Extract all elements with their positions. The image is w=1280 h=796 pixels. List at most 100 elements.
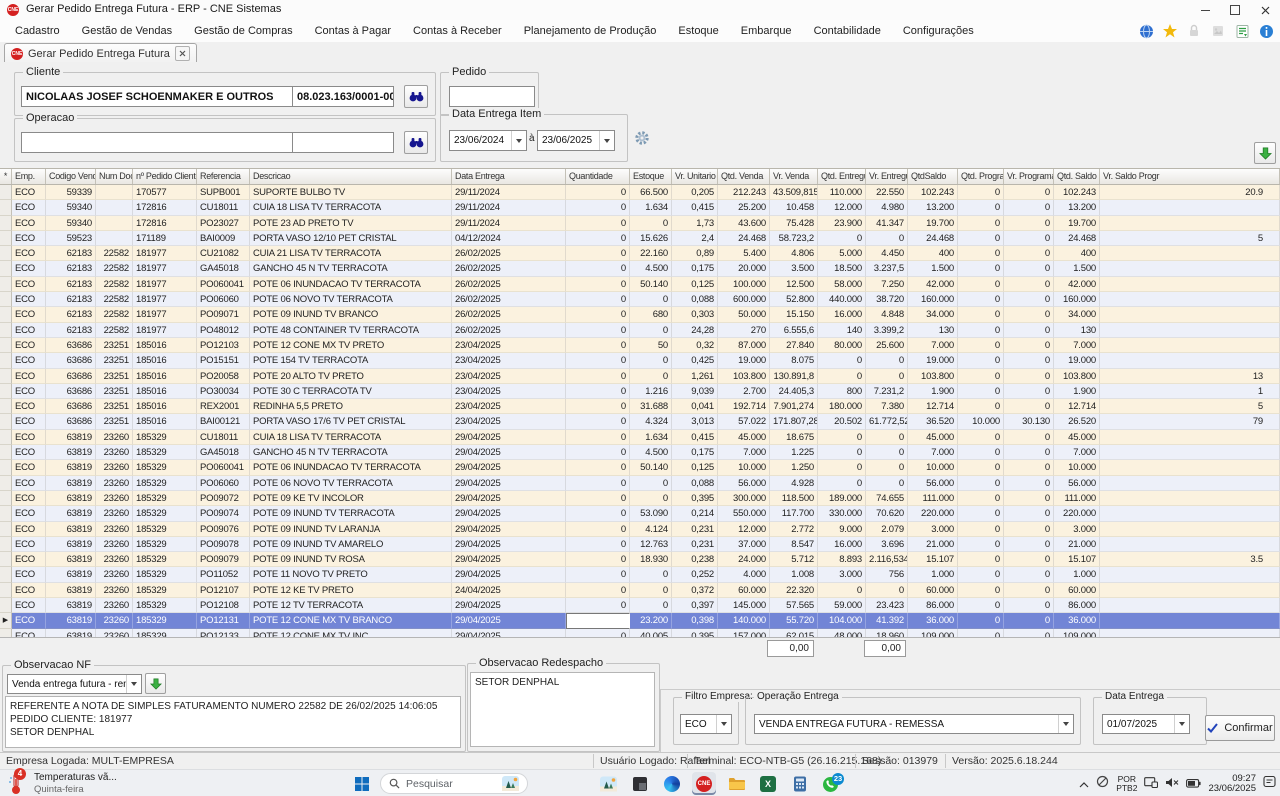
grid-cell[interactable]: 0	[630, 353, 672, 368]
grid-cell[interactable]: 185016	[133, 414, 197, 429]
grid-cell[interactable]: 0	[818, 476, 866, 491]
grid-cell[interactable]: 102.243	[908, 185, 958, 200]
grid-cell[interactable]: 12.500	[770, 277, 818, 292]
info-icon[interactable]	[1256, 21, 1276, 41]
grid-cell[interactable]: 1	[566, 613, 630, 628]
grid-cell[interactable]: POTE 23 AD PRETO TV	[250, 216, 452, 231]
grid-cell[interactable]	[1100, 277, 1280, 292]
grid-cell[interactable]: 0	[566, 246, 630, 261]
grid-cell[interactable]: 29/04/2025	[452, 552, 566, 567]
tray-chevron-up-icon[interactable]	[1079, 775, 1089, 793]
grid-cell[interactable]: 109.000	[1054, 629, 1100, 637]
grid-cell[interactable]: 40.005	[630, 629, 672, 637]
grid-cell[interactable]: 42.000	[908, 277, 958, 292]
grid-cell[interactable]: 15.107	[908, 552, 958, 567]
row-indicator[interactable]	[0, 598, 12, 613]
grid-cell[interactable]: 0	[958, 430, 1004, 445]
grid-cell[interactable]: 0,252	[672, 567, 718, 582]
grid-cell[interactable]: 0	[1004, 552, 1054, 567]
grid-cell[interactable]: 185016	[133, 338, 197, 353]
grid-cell[interactable]: 220.000	[1054, 506, 1100, 521]
grid-cell[interactable]: 19.700	[1054, 216, 1100, 231]
grid-row[interactable]: ECO6218322582181977PO06060POTE 06 NOVO T…	[0, 292, 1280, 307]
grid-cell[interactable]: PO09079	[197, 552, 250, 567]
grid-cell[interactable]: 23260	[96, 491, 133, 506]
grid-cell[interactable]: 181977	[133, 261, 197, 276]
grid-cell[interactable]: 23260	[96, 598, 133, 613]
close-button[interactable]	[1250, 0, 1280, 20]
grid-cell[interactable]: 50.140	[630, 277, 672, 292]
grid-cell[interactable]: PO12107	[197, 583, 250, 598]
grid-cell[interactable]: ECO	[12, 353, 46, 368]
grid-cell[interactable]: PO09074	[197, 506, 250, 521]
grid-cell[interactable]: 0	[1004, 506, 1054, 521]
grid-cell[interactable]: BAI0009	[197, 231, 250, 246]
grid-cell[interactable]: 0	[958, 476, 1004, 491]
grid-row[interactable]: ECO59523171189BAI0009PORTA VASO 12/10 PE…	[0, 231, 1280, 246]
grid-cell[interactable]	[1100, 292, 1280, 307]
grid-cell[interactable]: 18.675	[770, 430, 818, 445]
grid-cell[interactable]: 45.000	[908, 430, 958, 445]
grid-cell[interactable]: 0,425	[672, 353, 718, 368]
grid-row[interactable]: ECO6368623251185016PO15151POTE 154 TV TE…	[0, 353, 1280, 368]
grid-cell[interactable]: POTE 06 NOVO TV TERRACOTA	[250, 292, 452, 307]
grid-cell[interactable]: 26/02/2025	[452, 292, 566, 307]
grid-cell[interactable]: 160.000	[908, 292, 958, 307]
grid-cell[interactable]: 4.000	[718, 567, 770, 582]
grid-cell[interactable]: 13.200	[1054, 200, 1100, 215]
grid-cell[interactable]: 13	[1100, 369, 1280, 384]
grid-cell[interactable]: 0	[566, 583, 630, 598]
grid-cell[interactable]: 3.696	[866, 537, 908, 552]
grid-row[interactable]: ECO6381923260185329PO09076POTE 09 INUND …	[0, 522, 1280, 537]
grid-cell[interactable]	[96, 185, 133, 200]
grid-cell[interactable]: BAI00121	[197, 414, 250, 429]
grid-cell[interactable]: 0	[958, 552, 1004, 567]
grid-cell[interactable]: 185329	[133, 567, 197, 582]
grid-cell[interactable]: 0	[958, 384, 1004, 399]
grid-cell[interactable]: 0	[566, 537, 630, 552]
column-header-10[interactable]: Qtd. Venda	[718, 169, 770, 184]
grid-cell[interactable]: 2.116,534	[866, 552, 908, 567]
grid-cell[interactable]: 0	[958, 399, 1004, 414]
grid-cell[interactable]: 10.000	[908, 460, 958, 475]
grid-cell[interactable]: 0	[1004, 369, 1054, 384]
column-header-12[interactable]: Qtd. Entregue	[818, 169, 866, 184]
grid-cell[interactable]: 160.000	[1054, 292, 1100, 307]
grid-cell[interactable]: 29/04/2025	[452, 598, 566, 613]
grid-cell[interactable]: 23/04/2025	[452, 338, 566, 353]
grid-cell[interactable]: 185329	[133, 460, 197, 475]
grid-cell[interactable]: 111.000	[1054, 491, 1100, 506]
grid-cell[interactable]: 29/04/2025	[452, 506, 566, 521]
grid-cell[interactable]: 59339	[46, 185, 96, 200]
grid-row[interactable]: ECO6218322582181977PO48012POTE 48 CONTAI…	[0, 323, 1280, 338]
grid-cell[interactable]: CU21082	[197, 246, 250, 261]
grid-cell[interactable]: 1.000	[1054, 567, 1100, 582]
grid-cell[interactable]: 600.000	[718, 292, 770, 307]
grid-cell[interactable]: 62183	[46, 307, 96, 322]
grid-cell[interactable]: 24.000	[718, 552, 770, 567]
grid-cell[interactable]: POTE 09 INUND TV TERRACOTA	[250, 506, 452, 521]
grid-cell[interactable]: 34.000	[908, 307, 958, 322]
grid-cell[interactable]: GANCHO 45 N TV TERRACOTA	[250, 261, 452, 276]
grid-cell[interactable]: 63819	[46, 613, 96, 628]
grid-cell[interactable]: PO09072	[197, 491, 250, 506]
grid-cell[interactable]: 18.500	[818, 261, 866, 276]
grid-cell[interactable]	[1100, 216, 1280, 231]
grid-cell[interactable]: 0	[1004, 231, 1054, 246]
grid-cell[interactable]: 57.565	[770, 598, 818, 613]
grid-cell[interactable]: 0,214	[672, 506, 718, 521]
grid-cell[interactable]: 185329	[133, 476, 197, 491]
grid-cell[interactable]: 1.000	[908, 567, 958, 582]
grid-cell[interactable]: ECO	[12, 430, 46, 445]
row-indicator[interactable]	[0, 353, 12, 368]
grid-cell[interactable]: 118.500	[770, 491, 818, 506]
grid-cell[interactable]: 57.022	[718, 414, 770, 429]
grid-cell[interactable]: 185329	[133, 491, 197, 506]
grid-cell[interactable]: PORTA VASO 17/6 TV PET CRISTAL	[250, 414, 452, 429]
grid-cell[interactable]: POTE 12 CONE MX TV BRANCO	[250, 613, 452, 628]
grid-cell[interactable]: 170577	[133, 185, 197, 200]
grid-cell[interactable]: 15.150	[770, 307, 818, 322]
grid-cell[interactable]: 0	[958, 246, 1004, 261]
grid-cell[interactable]: 3.5	[1100, 552, 1280, 567]
grid-cell[interactable]: 18.930	[630, 552, 672, 567]
